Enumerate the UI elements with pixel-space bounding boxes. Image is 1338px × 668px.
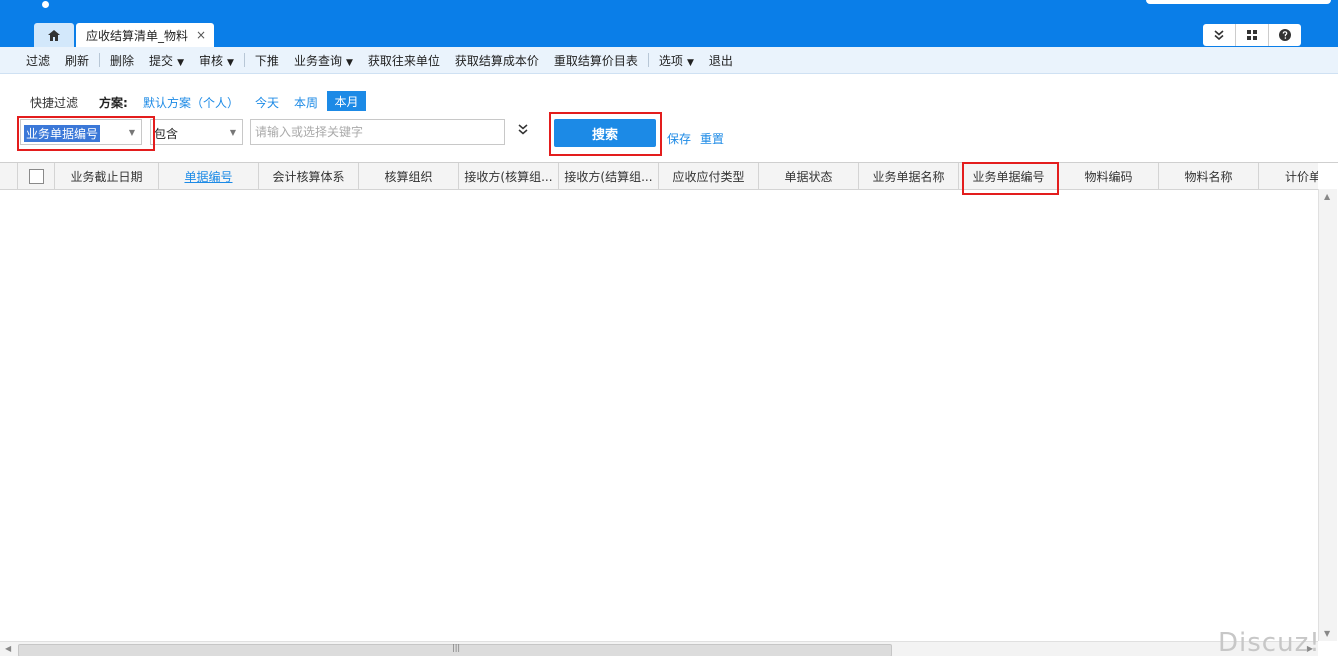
submit-label: 提交 bbox=[149, 53, 174, 68]
reload-price-list-button[interactable]: 重取结算价目表 bbox=[554, 52, 638, 69]
column-header[interactable]: 计价单 bbox=[1258, 163, 1318, 189]
column-header[interactable]: 物料名称 bbox=[1158, 163, 1258, 189]
toolbar-divider bbox=[647, 53, 649, 67]
logo-icon bbox=[42, 1, 49, 8]
status-bar bbox=[0, 656, 1338, 668]
double-chevron-down-icon bbox=[1214, 30, 1224, 40]
data-grid: 业务截止日期 单据编号 会计核算体系 核算组织 接收方(核算组... 接收方(结… bbox=[0, 162, 1338, 658]
exit-button[interactable]: 退出 bbox=[709, 52, 733, 69]
toolbar-divider bbox=[99, 53, 101, 67]
action-toolbar: 过滤 刷新 删除 提交 ▼ 审核 ▼ 下推 业务查询 ▼ 获取往来单位 获取结算成本价… bbox=[0, 47, 1338, 74]
get-settlement-cost-button[interactable]: 获取结算成本价 bbox=[455, 52, 539, 69]
help-icon bbox=[1279, 29, 1291, 41]
audit-menu[interactable]: 审核 ▼ bbox=[199, 52, 234, 69]
submit-menu[interactable]: 提交 ▼ bbox=[149, 52, 184, 69]
watermark: Discuz! bbox=[1218, 628, 1321, 658]
caret-down-icon: ▼ bbox=[227, 57, 234, 68]
select-all-checkbox[interactable] bbox=[28, 168, 44, 184]
highlight-box-column bbox=[962, 162, 1059, 195]
collapse-button[interactable] bbox=[1203, 24, 1236, 46]
this-month-button[interactable]: 本月 bbox=[327, 91, 366, 111]
caret-down-icon: ▼ bbox=[177, 57, 184, 68]
top-header: 应收结算清单_物料 × bbox=[0, 0, 1338, 47]
grid-header: 业务截止日期 单据编号 会计核算体系 核算组织 接收方(核算组... 接收方(结… bbox=[0, 163, 1318, 190]
column-header[interactable]: 应收应付类型 bbox=[658, 163, 758, 189]
quick-filter-label: 快捷过滤 bbox=[30, 96, 79, 110]
home-tab[interactable] bbox=[34, 23, 74, 47]
keyword-input[interactable] bbox=[250, 119, 505, 145]
select-all-cell bbox=[17, 163, 54, 189]
refresh-button[interactable]: 刷新 bbox=[65, 52, 89, 69]
grid-menu-button[interactable] bbox=[1236, 24, 1269, 46]
grid-icon bbox=[1247, 30, 1257, 40]
highlight-box-search bbox=[549, 112, 662, 156]
close-icon[interactable]: × bbox=[196, 28, 206, 42]
help-button[interactable] bbox=[1269, 24, 1301, 46]
scheme-label: 方案: bbox=[99, 96, 128, 110]
delete-button[interactable]: 删除 bbox=[110, 52, 134, 69]
column-header[interactable]: 物料编码 bbox=[1058, 163, 1158, 189]
toolbar-divider bbox=[243, 53, 245, 67]
filter-button[interactable]: 过滤 bbox=[26, 52, 50, 69]
double-chevron-down-icon bbox=[518, 124, 528, 135]
column-header[interactable]: 业务单据名称 bbox=[858, 163, 958, 189]
default-scheme-link[interactable]: 默认方案（个人） bbox=[143, 94, 239, 111]
this-week-link[interactable]: 本周 bbox=[294, 94, 318, 111]
tab-receivable-settlement[interactable]: 应收结算清单_物料 × bbox=[76, 23, 214, 47]
column-header[interactable]: 接收方(结算组... bbox=[558, 163, 658, 189]
business-query-menu[interactable]: 业务查询 ▼ bbox=[294, 52, 353, 69]
caret-down-icon: ▼ bbox=[686, 57, 694, 68]
window-controls bbox=[1203, 24, 1301, 46]
column-header[interactable]: 业务截止日期 bbox=[54, 163, 158, 189]
options-menu[interactable]: 选项 ▼ bbox=[659, 52, 694, 69]
get-partner-button[interactable]: 获取往来单位 bbox=[368, 52, 440, 69]
dropdown-caret-icon: ▼ bbox=[229, 128, 236, 137]
caret-down-icon: ▼ bbox=[345, 57, 353, 68]
column-header[interactable]: 会计核算体系 bbox=[258, 163, 358, 189]
column-header[interactable]: 接收方(核算组... bbox=[458, 163, 558, 189]
options-label: 选项 bbox=[658, 53, 683, 68]
reset-link[interactable]: 重置 bbox=[700, 130, 724, 147]
highlight-box-field bbox=[17, 116, 155, 151]
today-link[interactable]: 今天 bbox=[255, 94, 279, 111]
filter-operator-select[interactable]: 包含 ▼ bbox=[150, 119, 243, 145]
vertical-scrollbar[interactable]: ▲ ▼ bbox=[1318, 189, 1337, 641]
global-search-box[interactable] bbox=[1146, 0, 1331, 4]
column-header[interactable]: 核算组织 bbox=[358, 163, 458, 189]
scroll-up-icon[interactable]: ▲ bbox=[1324, 192, 1330, 201]
expand-filter-icon[interactable] bbox=[518, 124, 528, 138]
filter-operator-value: 包含 bbox=[154, 127, 179, 141]
tab-label: 应收结算清单_物料 bbox=[86, 28, 189, 43]
scroll-left-icon[interactable]: ◀ bbox=[5, 644, 11, 653]
audit-label: 审核 bbox=[198, 53, 223, 68]
business-query-label: 业务查询 bbox=[293, 53, 342, 68]
home-icon bbox=[48, 29, 60, 41]
column-header[interactable]: 单据状态 bbox=[758, 163, 858, 189]
save-link[interactable]: 保存 bbox=[667, 130, 691, 147]
column-header[interactable]: 单据编号 bbox=[158, 163, 258, 189]
push-down-button[interactable]: 下推 bbox=[255, 52, 279, 69]
scroll-grip-icon: ||| bbox=[452, 643, 461, 652]
scroll-down-icon[interactable]: ▼ bbox=[1324, 629, 1330, 638]
